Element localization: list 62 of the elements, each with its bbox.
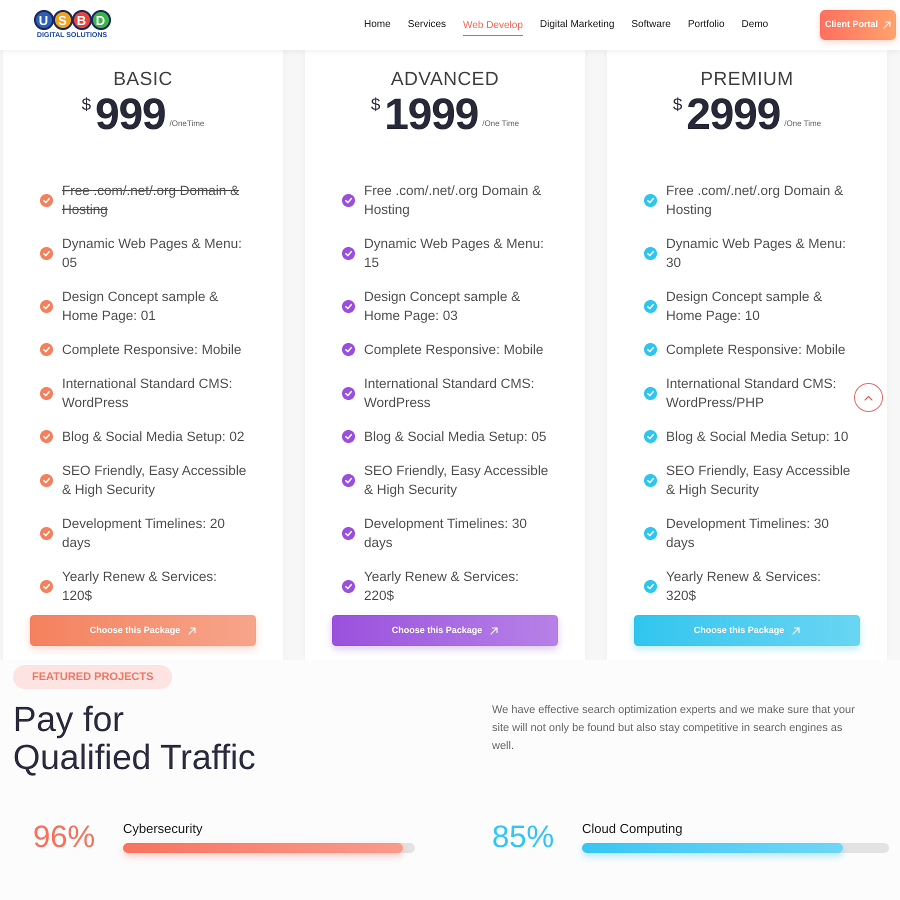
feature-text: Development Timelines: 20 days [62, 515, 226, 552]
feature-text: Blog & Social Media Setup: 05 [364, 428, 548, 446]
feature-text: SEO Friendly, Easy Accessible & High Security [62, 462, 248, 499]
feature-text: Design Concept sample & Home Page: 03 [364, 288, 522, 325]
plan-name: BASIC [113, 68, 173, 92]
price-period: /One Time [482, 119, 520, 129]
feature-text: Yearly Renew & Services: 320$ [666, 568, 822, 605]
plan-price: 1999 [384, 93, 478, 137]
feature-text: SEO Friendly, Easy Accessible & High Security [364, 462, 550, 499]
price-period: /OneTime [170, 119, 204, 129]
feature-text: International Standard CMS: WordPress [62, 375, 234, 412]
logo-letter: U [34, 10, 54, 30]
skill-percent: 85% [492, 819, 556, 855]
skill-percent: 96% [33, 819, 96, 855]
arrow-up-right-icon [792, 626, 800, 634]
feature-text: Blog & Social Media Setup: 02 [62, 428, 246, 446]
nav-link[interactable]: Home [364, 18, 391, 32]
caret-up-icon [864, 394, 873, 400]
feature-text: Development Timelines: 30 days [666, 515, 830, 552]
currency-symbol: $ [672, 95, 682, 115]
arrow-up-right-icon [188, 626, 196, 634]
arrow-up-right-icon [883, 21, 891, 29]
feature-text: Yearly Renew & Services: 220$ [364, 568, 520, 605]
arrow-up-right-icon [490, 626, 498, 634]
feature-text: Complete Responsive: Mobile [364, 341, 544, 359]
feature-text: Dynamic Web Pages & Menu: 30 [666, 235, 847, 272]
nav-link[interactable]: Demo [742, 18, 768, 32]
nav-link[interactable]: Software [631, 18, 671, 32]
feature-text: International Standard CMS: WordPress [364, 375, 536, 412]
section-description: We have effective search optimization experts and we make sure that your site will not only be found but also stay competitive in search engines as well. [492, 703, 856, 754]
skill-label: Cloud Computing [582, 821, 684, 837]
feature-text: SEO Friendly, Easy Accessible & High Security [666, 462, 852, 499]
logo-letter: D [90, 10, 110, 30]
feature-text: Complete Responsive: Mobile [62, 341, 242, 359]
plan-price: 2999 [686, 93, 780, 137]
section-heading: Pay for Qualified Traffic [13, 701, 257, 777]
nav-link[interactable]: Digital Marketing [540, 18, 614, 32]
feature-text: Complete Responsive: Mobile [666, 341, 846, 359]
price-period: /One Time [784, 119, 822, 129]
feature-text: International Standard CMS: WordPress/PHP [666, 375, 838, 412]
plan-name: ADVANCED [390, 68, 500, 92]
choose-package-button[interactable]: Choose this Package [332, 615, 558, 646]
feature-text: Free .com/.net/.org Domain & Hosting [62, 182, 240, 219]
section-badge: FEATURED PROJECTS [13, 665, 172, 689]
feature-text: Yearly Renew & Services: 120$ [62, 568, 218, 605]
feature-text: Dynamic Web Pages & Menu: 15 [364, 235, 545, 272]
feature-text: Free .com/.net/.org Domain & Hosting [666, 182, 844, 219]
nav-link[interactable]: Portfolio [688, 18, 725, 32]
feature-text: Design Concept sample & Home Page: 01 [62, 288, 220, 325]
plan-price: 999 [95, 93, 166, 137]
plan-name: PREMIUM [700, 68, 794, 92]
currency-symbol: $ [370, 95, 380, 115]
currency-symbol: $ [82, 95, 92, 115]
skill-label: Cybersecurity [123, 821, 204, 837]
logo-letter: B [72, 10, 92, 30]
feature-text: Free .com/.net/.org Domain & Hosting [364, 182, 542, 219]
nav-link[interactable]: Services [408, 18, 446, 32]
logo-letter: S [52, 10, 72, 30]
feature-text: Design Concept sample & Home Page: 10 [666, 288, 824, 325]
feature-text: Blog & Social Media Setup: 10 [666, 428, 850, 446]
feature-text: Dynamic Web Pages & Menu: 05 [62, 235, 243, 272]
feature-text: Development Timelines: 30 days [364, 515, 528, 552]
